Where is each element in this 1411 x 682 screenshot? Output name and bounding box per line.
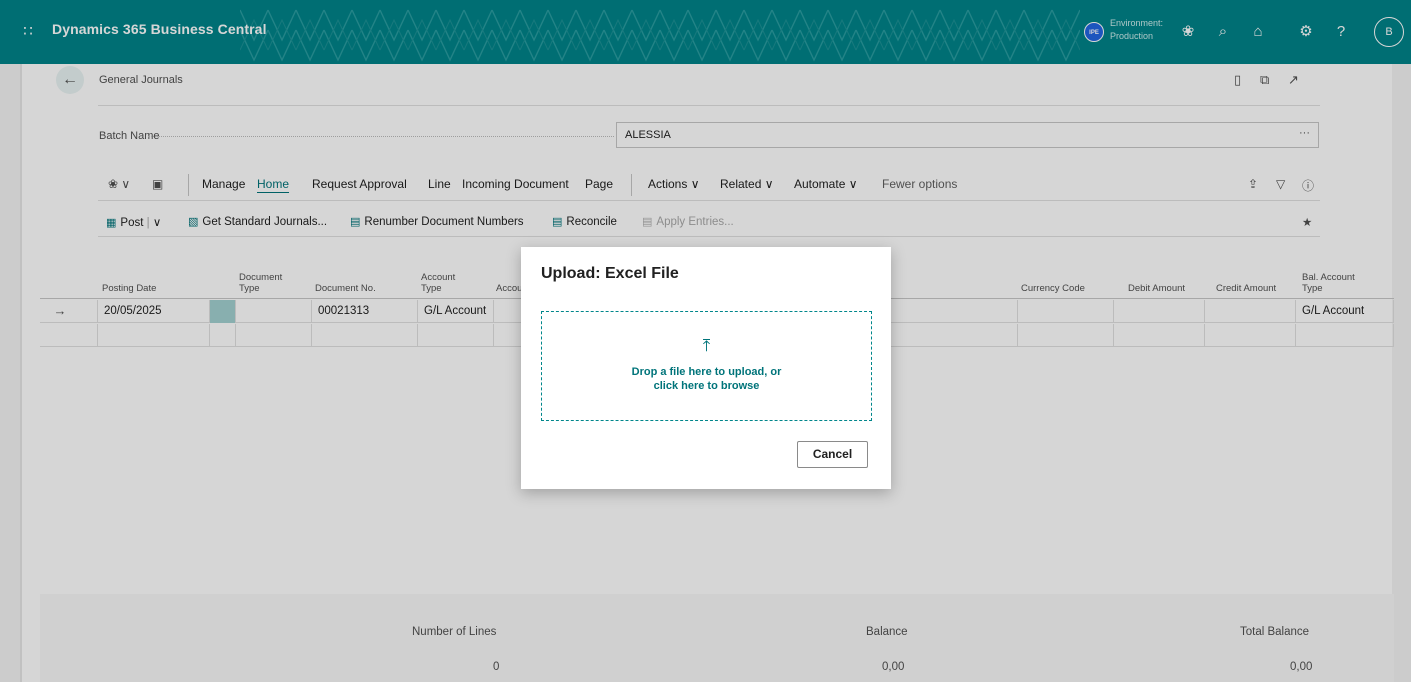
file-drop-zone[interactable]: ⤒ Drop a file here to upload, or click h… — [541, 311, 872, 421]
cancel-button[interactable]: Cancel — [797, 441, 868, 468]
drop-text-line: Drop a file here to upload, or — [631, 366, 782, 378]
upload-dialog: Upload: Excel File ⤒ Drop a file here to… — [521, 247, 891, 489]
drop-instructions[interactable]: Drop a file here to upload, or click her… — [542, 365, 871, 393]
drop-text-line: click here to browse — [653, 380, 760, 392]
dialog-title: Upload: Excel File — [541, 265, 679, 282]
upload-arrow-icon: ⤒ — [702, 336, 711, 355]
